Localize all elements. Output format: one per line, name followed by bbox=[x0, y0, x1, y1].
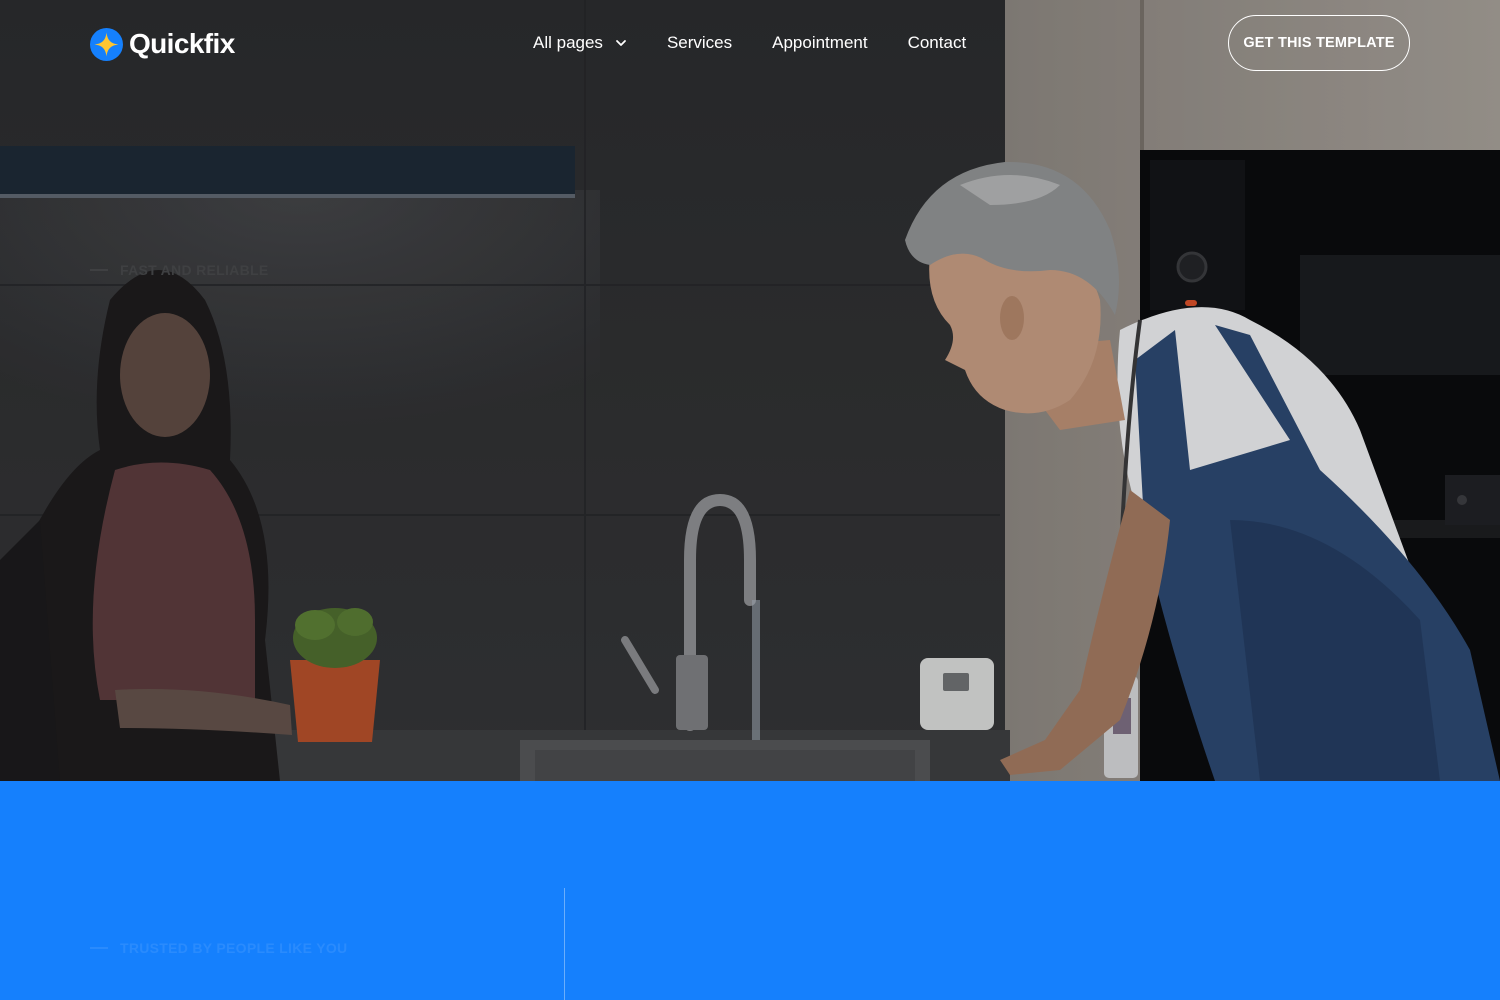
hero-section: FAST AND RELIABLE Quickfix All pages Ser… bbox=[0, 0, 1500, 781]
sparkle-logo-icon bbox=[90, 27, 123, 61]
brand-name: Quickfix bbox=[129, 28, 235, 59]
nav-item-label: Contact bbox=[907, 33, 967, 52]
brand-logo[interactable]: Quickfix bbox=[90, 27, 235, 61]
nav-item-services[interactable]: Services bbox=[667, 31, 732, 55]
hero-background-image bbox=[0, 0, 1500, 781]
eyebrow-dash bbox=[90, 269, 108, 271]
get-template-button[interactable]: GET THIS TEMPLATE bbox=[1228, 15, 1410, 71]
chevron-down-icon bbox=[616, 40, 626, 46]
eyebrow-dash bbox=[90, 947, 108, 949]
trust-section: TRUSTED BY PEOPLE LIKE YOU bbox=[0, 781, 1500, 1000]
main-menu: All pages Services Appointment Contact bbox=[533, 31, 966, 55]
trust-eyebrow: TRUSTED BY PEOPLE LIKE YOU bbox=[90, 940, 347, 956]
trust-eyebrow-text: TRUSTED BY PEOPLE LIKE YOU bbox=[120, 940, 348, 956]
nav-item-appointment[interactable]: Appointment bbox=[772, 31, 867, 55]
top-navigation: Quickfix All pages Services Appointment … bbox=[0, 0, 1500, 88]
hero-eyebrow: FAST AND RELIABLE bbox=[90, 262, 268, 278]
nav-item-label: Appointment bbox=[772, 33, 868, 52]
nav-item-contact[interactable]: Contact bbox=[908, 31, 967, 55]
nav-item-all-pages[interactable]: All pages bbox=[533, 31, 627, 55]
hero-eyebrow-text: FAST AND RELIABLE bbox=[120, 262, 269, 278]
nav-item-label: All pages bbox=[533, 33, 603, 52]
nav-item-label: Services bbox=[666, 33, 733, 52]
section-divider bbox=[564, 888, 565, 1000]
